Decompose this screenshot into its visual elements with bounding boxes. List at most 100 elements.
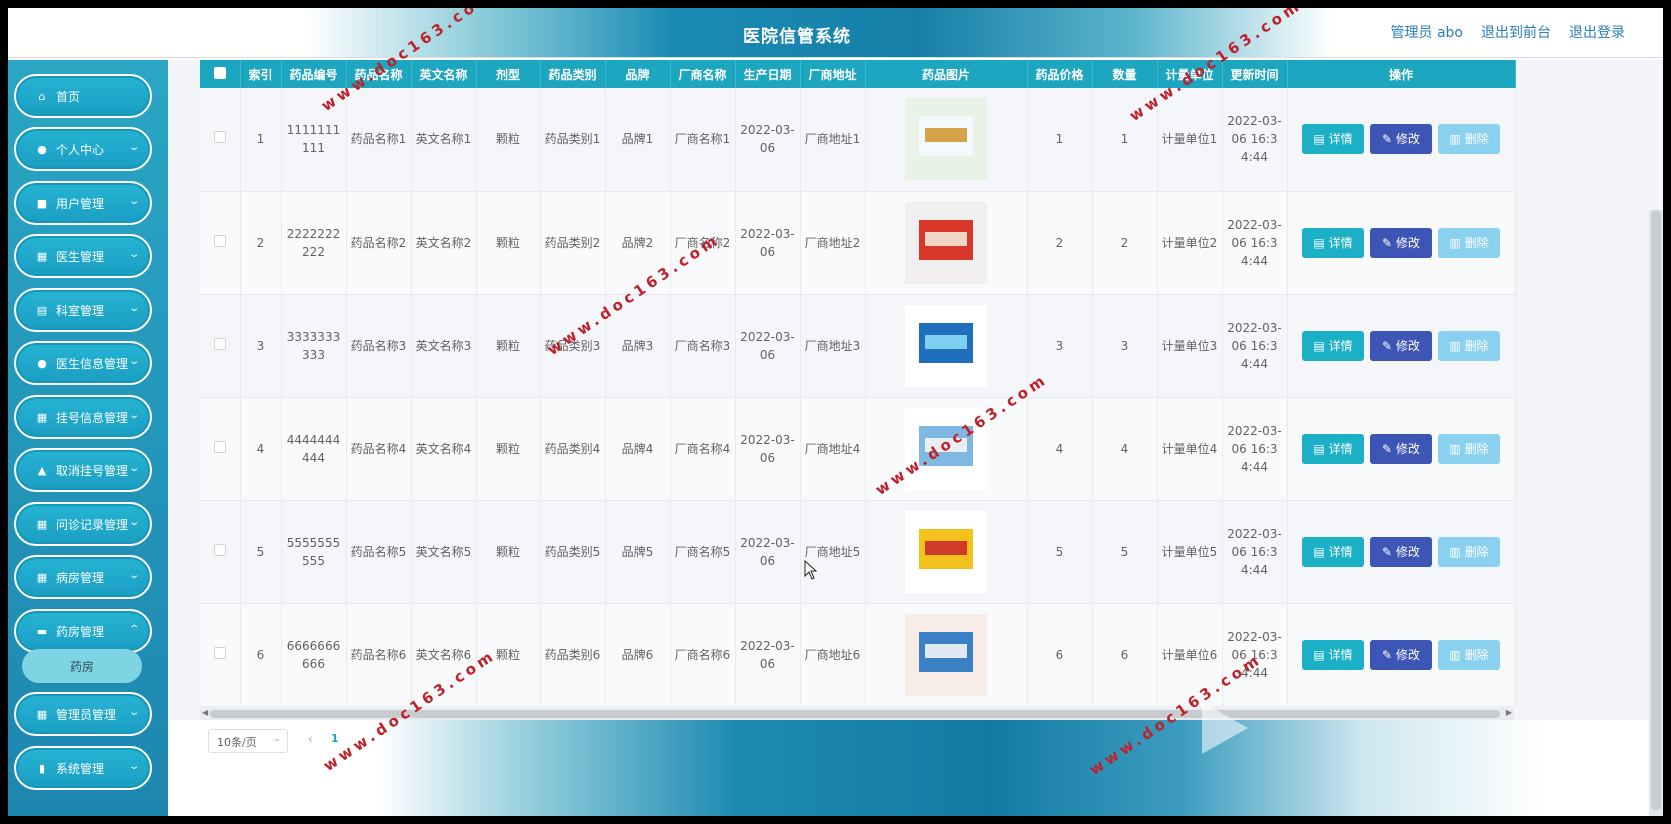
- top-header: 医院信管系统 管理员 abo 退出到前台 退出登录: [8, 8, 1663, 58]
- delete-button[interactable]: ▥ 删除: [1438, 330, 1500, 361]
- cell-category: 药品类别3: [540, 294, 606, 398]
- sidebar-item-user-management[interactable]: ■ 用户管理 ⌄: [14, 181, 152, 225]
- cell-qty: 2: [1092, 191, 1158, 295]
- sidebar-item-pharmacy-management[interactable]: ▬ 药房管理 ⌃: [14, 609, 152, 653]
- logout-link[interactable]: 退出登录: [1569, 22, 1625, 42]
- sidebar-item-ward-management[interactable]: ▦ 病房管理 ⌄: [14, 555, 152, 599]
- cell-date: 2022-03-06: [735, 500, 801, 604]
- sidebar-item-label: 取消挂号管理: [56, 463, 129, 478]
- cell-index: 5: [240, 500, 282, 604]
- page-number[interactable]: 1: [331, 732, 339, 745]
- detail-label: 详情: [1328, 441, 1353, 456]
- row-checkbox[interactable]: [200, 294, 241, 398]
- delete-button[interactable]: ▥ 删除: [1438, 124, 1500, 155]
- cell-category: 药品类别6: [540, 603, 606, 707]
- detail-button[interactable]: ▤ 详情: [1302, 227, 1364, 258]
- scroll-right-icon[interactable]: ▶: [1506, 708, 1512, 717]
- cell-updated: 2022-03-06 16:34:44: [1222, 294, 1288, 398]
- delete-label: 删除: [1464, 441, 1489, 456]
- sidebar-item-cancel-registration[interactable]: ▲ 取消挂号管理 ⌄: [14, 448, 152, 492]
- edit-label: 修改: [1395, 647, 1420, 662]
- cell-unit: 计量单位4: [1157, 397, 1223, 501]
- cell-actions: ▤ 详情 ✎ 修改 ▥ 删除: [1287, 397, 1516, 501]
- sidebar-item-registration[interactable]: ▦ 挂号信息管理 ⌄: [14, 395, 152, 439]
- column-header: 药品名称: [346, 60, 412, 88]
- sidebar-item-personal-center[interactable]: ● 个人中心 ⌄: [14, 127, 152, 171]
- edit-button[interactable]: ✎ 修改: [1370, 536, 1432, 567]
- cell-image: [865, 397, 1028, 501]
- column-header: 品牌: [605, 60, 671, 88]
- cell-name: 药品名称4: [346, 397, 412, 501]
- table-header-row: 索引 药品编号 药品名称 英文名称 剂型 药品类别 品牌 厂商名称 生产日期 厂…: [200, 60, 1516, 88]
- sidebar-item-admin-management[interactable]: ▦ 管理员管理 ⌄: [14, 692, 152, 736]
- delete-button[interactable]: ▥ 删除: [1438, 227, 1500, 258]
- delete-button[interactable]: ▥ 删除: [1438, 536, 1500, 567]
- scrollbar-thumb[interactable]: [210, 710, 1500, 718]
- sidebar-item-consultation-records[interactable]: ▦ 问诊记录管理 ⌄: [14, 502, 152, 546]
- sidebar-item-doctor-management[interactable]: ▦ 医生管理 ⌄: [14, 234, 152, 278]
- prev-page-icon[interactable]: ‹: [308, 732, 313, 746]
- main-content: 索引 药品编号 药品名称 英文名称 剂型 药品类别 品牌 厂商名称 生产日期 厂…: [168, 60, 1663, 816]
- cell-code: 5555555555: [281, 500, 347, 604]
- row-checkbox[interactable]: [200, 603, 241, 707]
- sidebar-item-doctor-info[interactable]: ● 医生信息管理 ⌄: [14, 341, 152, 385]
- chevron-down-icon: ⌄: [127, 410, 140, 421]
- header-links: 管理员 abo 退出到前台 退出登录: [1391, 22, 1625, 42]
- medicine-image: [905, 304, 987, 387]
- cell-unit: 计量单位1: [1157, 88, 1223, 192]
- edit-button[interactable]: ✎ 修改: [1370, 433, 1432, 464]
- column-header: 药品图片: [865, 60, 1028, 88]
- sidebar-item-home[interactable]: ⌂ 首页: [14, 74, 152, 118]
- cell-image: [865, 191, 1028, 295]
- back-to-front-link[interactable]: 退出到前台: [1481, 22, 1551, 42]
- detail-label: 详情: [1328, 544, 1353, 559]
- cell-en-name: 英文名称6: [411, 603, 477, 707]
- scroll-left-icon[interactable]: ◀: [202, 708, 208, 717]
- edit-button[interactable]: ✎ 修改: [1370, 639, 1432, 670]
- row-checkbox[interactable]: [200, 397, 241, 501]
- edit-button[interactable]: ✎ 修改: [1370, 124, 1432, 155]
- detail-button[interactable]: ▤ 详情: [1302, 330, 1364, 361]
- sidebar-subitem-pharmacy[interactable]: 药房: [22, 649, 142, 683]
- delete-button[interactable]: ▥ 删除: [1438, 639, 1500, 670]
- edit-button[interactable]: ✎ 修改: [1370, 227, 1432, 258]
- page-size-select[interactable]: 10条/页 ⌄: [208, 729, 288, 753]
- delete-label: 删除: [1464, 544, 1489, 559]
- cell-maker: 厂商名称5: [670, 500, 736, 604]
- edit-button[interactable]: ✎ 修改: [1370, 330, 1432, 361]
- cell-address: 厂商地址1: [800, 88, 866, 192]
- delete-label: 删除: [1464, 647, 1489, 662]
- vertical-scrollbar[interactable]: [1649, 210, 1663, 816]
- cell-qty: 5: [1092, 500, 1158, 604]
- cell-image: [865, 603, 1028, 707]
- row-checkbox[interactable]: [200, 191, 241, 295]
- detail-button[interactable]: ▤ 详情: [1302, 124, 1364, 155]
- delete-button[interactable]: ▥ 删除: [1438, 433, 1500, 464]
- sidebar-item-label: 科室管理: [56, 303, 105, 318]
- cell-maker: 厂商名称3: [670, 294, 736, 398]
- cell-updated: 2022-03-06 16:34:44: [1222, 603, 1288, 707]
- detail-button[interactable]: ▤ 详情: [1302, 639, 1364, 670]
- detail-button[interactable]: ▤ 详情: [1302, 536, 1364, 567]
- sidebar-item-department-management[interactable]: ▤ 科室管理 ⌄: [14, 288, 152, 332]
- admin-user-label[interactable]: 管理员 abo: [1391, 22, 1463, 42]
- cell-category: 药品类别2: [540, 191, 606, 295]
- sidebar-item-system-management[interactable]: ▮ 系统管理 ⌄: [14, 746, 152, 790]
- select-all-checkbox[interactable]: [200, 60, 241, 88]
- cell-actions: ▤ 详情 ✎ 修改 ▥ 删除: [1287, 88, 1516, 192]
- sidebar-item-label: 系统管理: [56, 761, 105, 776]
- edit-label: 修改: [1395, 338, 1420, 353]
- cell-en-name: 英文名称1: [411, 88, 477, 192]
- column-header: 厂商地址: [800, 60, 866, 88]
- sidebar-item-label: 挂号信息管理: [56, 410, 129, 425]
- row-checkbox[interactable]: [200, 88, 241, 192]
- cell-actions: ▤ 详情 ✎ 修改 ▥ 删除: [1287, 500, 1516, 604]
- cell-image: [865, 294, 1028, 398]
- medicine-image: [905, 613, 987, 696]
- row-checkbox[interactable]: [200, 500, 241, 604]
- horizontal-scrollbar[interactable]: ◀ ▶: [200, 708, 1514, 720]
- cell-form: 颗粒: [476, 294, 541, 398]
- scrollbar-thumb[interactable]: [1651, 210, 1661, 810]
- chevron-down-icon: ⌄: [127, 707, 140, 718]
- detail-button[interactable]: ▤ 详情: [1302, 433, 1364, 464]
